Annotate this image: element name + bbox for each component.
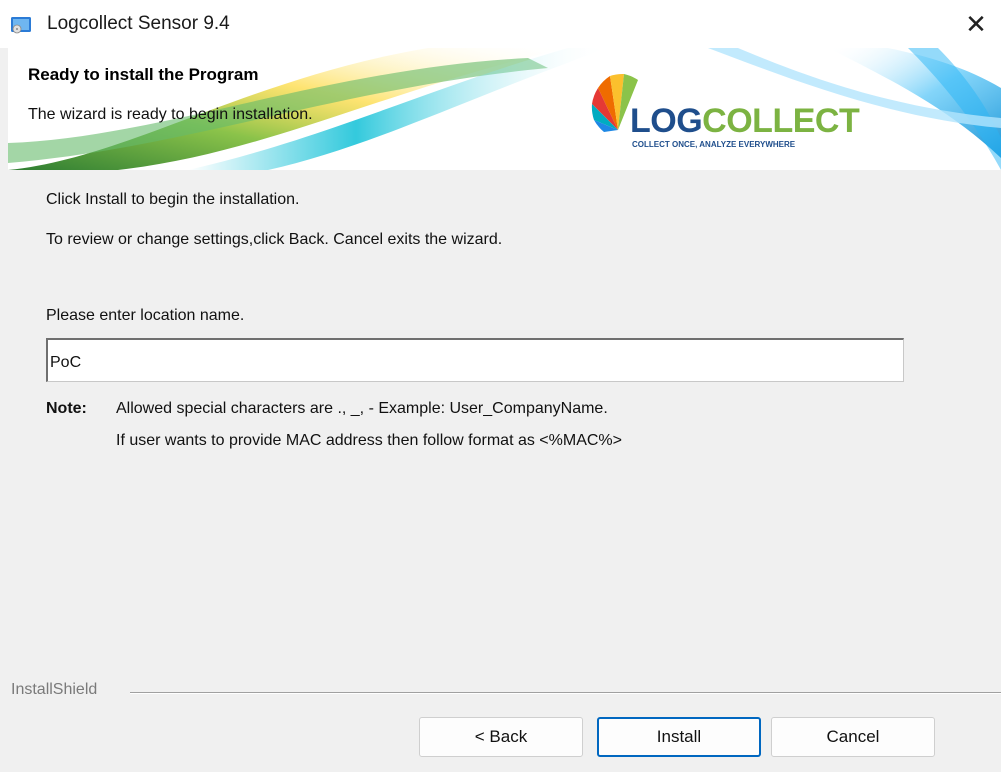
close-button[interactable]: ✕	[951, 0, 1001, 48]
logo-text-log: LOG	[630, 102, 703, 140]
installer-app-icon	[11, 17, 31, 34]
logcollect-logo: LOGCOLLECT COLLECT ONCE, ANALYZE EVERYWH…	[588, 68, 860, 158]
banner-subtitle: The wizard is ready to begin installatio…	[28, 106, 313, 123]
header-banner: Ready to install the Program The wizard …	[8, 48, 1001, 170]
window-title: Logcollect Sensor 9.4	[47, 13, 230, 34]
note-label: Note:	[46, 400, 87, 417]
installer-window: Logcollect Sensor 9.4 ✕ Ready to install…	[0, 0, 1001, 772]
logo-tagline: COLLECT ONCE, ANALYZE EVERYWHERE	[632, 140, 796, 149]
installshield-label: InstallShield	[11, 681, 98, 698]
banner-title: Ready to install the Program	[28, 65, 259, 84]
footer-divider	[130, 692, 1001, 694]
install-button[interactable]: Install	[597, 717, 761, 757]
instruction-install: Click Install to begin the installation.	[46, 191, 300, 208]
logo-wordmark: LOGCOLLECT	[630, 102, 860, 141]
cancel-button[interactable]: Cancel	[771, 717, 935, 757]
location-name-input[interactable]	[46, 338, 904, 382]
instruction-back-cancel: To review or change settings,click Back.…	[46, 231, 503, 248]
note-special-characters: Allowed special characters are ., _, - E…	[116, 400, 608, 417]
note-mac-format: If user wants to provide MAC address the…	[116, 432, 622, 449]
back-button[interactable]: < Back	[419, 717, 583, 757]
logo-text-collect: COLLECT	[702, 102, 860, 140]
title-bar: Logcollect Sensor 9.4 ✕	[0, 0, 1001, 48]
location-label: Please enter location name.	[46, 307, 245, 324]
close-icon: ✕	[965, 8, 987, 39]
